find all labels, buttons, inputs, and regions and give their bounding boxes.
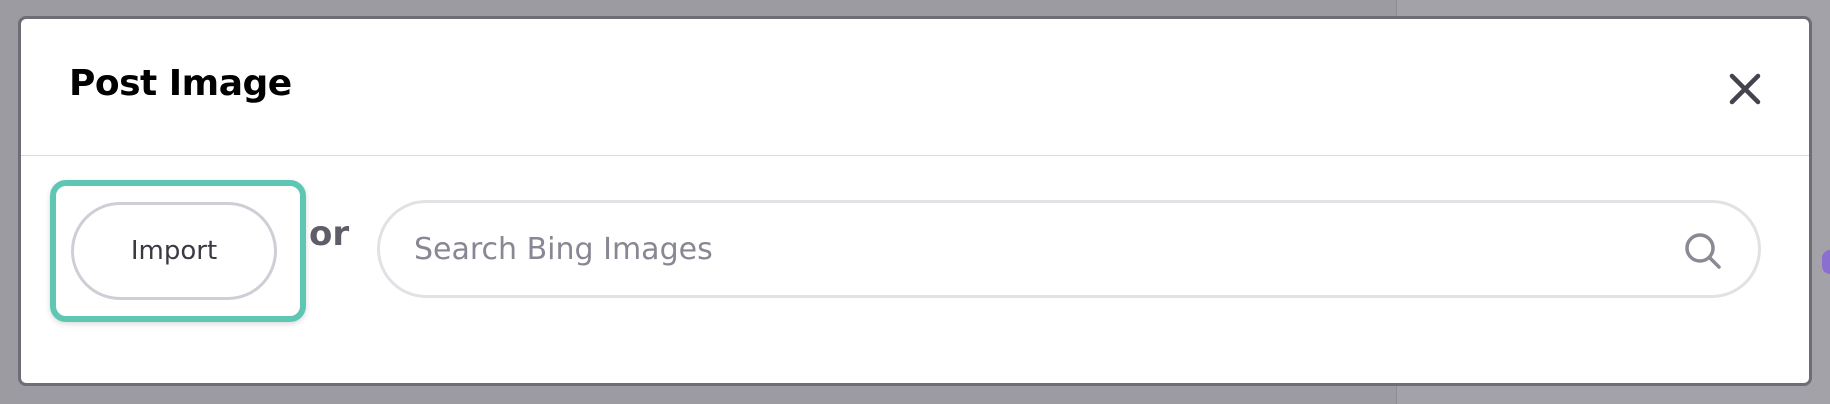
- close-button[interactable]: [1723, 67, 1767, 111]
- post-image-modal: Post Image Import or: [18, 16, 1812, 386]
- close-icon: [1729, 73, 1761, 105]
- modal-header: Post Image: [21, 19, 1809, 156]
- or-separator: or: [309, 214, 350, 254]
- modal-title: Post Image: [69, 63, 292, 104]
- modal-body: Import or: [21, 156, 1809, 383]
- search-box[interactable]: [377, 200, 1761, 298]
- search-input[interactable]: [414, 203, 1644, 295]
- import-button[interactable]: Import: [71, 202, 277, 300]
- search-icon[interactable]: [1682, 230, 1724, 272]
- background-avatar-fragment: [1822, 250, 1830, 274]
